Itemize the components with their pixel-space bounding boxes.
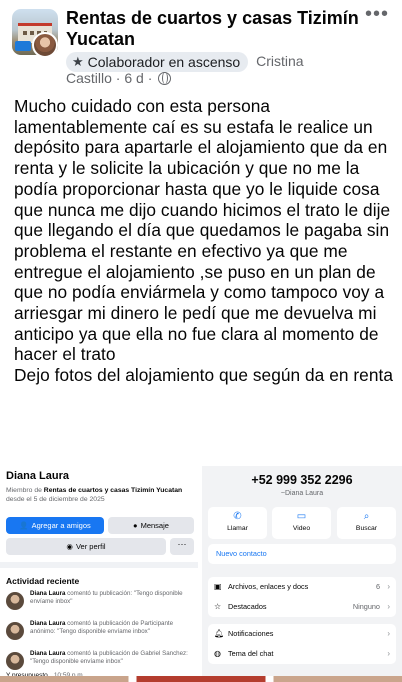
add-friend-icon: 👤 [19,521,29,530]
divider [0,562,198,568]
chat-theme-label: Tema del chat [228,649,274,658]
media-card: ▣ Archivos, enlaces y docs 6 › ☆ Destaca… [208,577,396,617]
message-button[interactable]: ● Mensaje [108,517,194,534]
add-friend-button[interactable]: 👤 Agregar a amigos [6,517,104,534]
member-prefix: Miembro de [6,487,44,494]
eye-icon: ◉ [66,542,73,551]
video-label: Video [292,525,311,532]
video-button[interactable]: ▭ Video [272,507,331,539]
group-name-link[interactable]: Rentas de cuartos y casas Tizimín Yucata… [66,8,366,50]
contact-screenshot[interactable]: +52 999 352 2296 ~Diana Laura ✆ Llamar ▭… [202,466,402,682]
member-since: desde el 5 de diciembre de 2025 [6,496,105,503]
chevron-right-icon: › [387,602,390,611]
activity-text: Diana Laura comentó la publicación de Pa… [30,620,174,635]
files-count: 6 [375,582,380,591]
view-profile-button[interactable]: ◉ Ver perfil [6,538,166,555]
call-button[interactable]: ✆ Llamar [208,507,267,539]
author-last-name[interactable]: Castillo [66,70,112,86]
palette-icon: ◍ [214,649,221,658]
messenger-icon: ● [133,521,138,530]
activity-item[interactable]: Diana Laura comentó la publicación de Pa… [6,620,194,642]
avatar [6,592,24,610]
activity-title: Actividad reciente [6,576,80,586]
phone-icon: ✆ [233,511,242,522]
member-group: Rentas de cuartos y casas Tizimín Yucata… [43,487,183,494]
search-icon: ⌕ [363,511,370,522]
call-label: Llamar [227,525,248,532]
activity-item[interactable]: Diana Laura comentó tu publicación: "Ten… [6,590,194,612]
more-dots-icon[interactable]: ••• [362,4,392,26]
post-time[interactable]: 6 d [124,70,143,86]
group-avatar-tag [15,41,31,51]
bell-icon: 🔔︎ [214,629,225,638]
profile-more-button[interactable]: ··· [170,538,194,555]
profile-name: Diana Laura [6,470,69,482]
author-avatar[interactable] [32,32,58,58]
starred-label: Destacados [228,602,267,611]
star-icon: ☆ [214,602,222,611]
starred-row[interactable]: ☆ Destacados Ninguno › [208,597,396,617]
notifications-row[interactable]: 🔔︎ Notificaciones › [208,624,396,644]
chat-theme-row[interactable]: ◍ Tema del chat › [208,644,396,664]
add-friend-label: Agregar a amigos [31,521,91,530]
avatar [6,652,24,670]
video-icon: ▭ [296,511,307,522]
contact-phone: +52 999 352 2296 [251,473,353,487]
author-first-name[interactable]: Cristina [256,53,303,69]
contact-name: ~Diana Laura [280,490,324,497]
settings-card: 🔔︎ Notificaciones › ◍ Tema del chat › [208,624,396,664]
member-info: Miembro de Rentas de cuartos y casas Tiz… [6,486,196,504]
chevron-right-icon: › [387,649,390,658]
post-body-text: Mucho cuidado con esta persona lamentabl… [14,96,394,386]
meta-separator: · [147,70,157,86]
search-button[interactable]: ⌕ Buscar [337,507,396,539]
photo-icon: ▣ [214,582,222,591]
starred-value: Ninguno [352,602,380,611]
globe-icon [158,72,172,85]
chevron-right-icon: › [387,582,390,591]
files-label: Archivos, enlaces y docs [228,582,309,591]
activity-text: Diana Laura comentó tu publicación: "Ten… [30,590,183,605]
activity-text: Diana Laura comentó la publicación de Ga… [30,650,188,665]
chevron-right-icon: › [387,629,390,638]
notifications-label: Notificaciones [228,629,274,638]
view-profile-label: Ver perfil [75,542,106,551]
avatar [6,622,24,640]
files-row[interactable]: ▣ Archivos, enlaces y docs 6 › [208,577,396,597]
post-image-collage[interactable]: Diana Laura Miembro de Rentas de cuartos… [0,466,402,682]
profile-screenshot[interactable]: Diana Laura Miembro de Rentas de cuartos… [0,466,198,682]
message-label: Mensaje [140,521,169,530]
post-meta-second-line: Castillo · 6 d · [66,69,172,87]
new-contact-button[interactable]: Nuevo contacto [208,544,396,564]
post-header: Rentas de cuartos y casas Tizimín Yucata… [0,0,402,92]
search-label: Buscar [355,525,378,532]
more-photos-strip[interactable] [0,676,402,682]
activity-item[interactable]: Diana Laura comentó la publicación de Ga… [6,650,194,672]
